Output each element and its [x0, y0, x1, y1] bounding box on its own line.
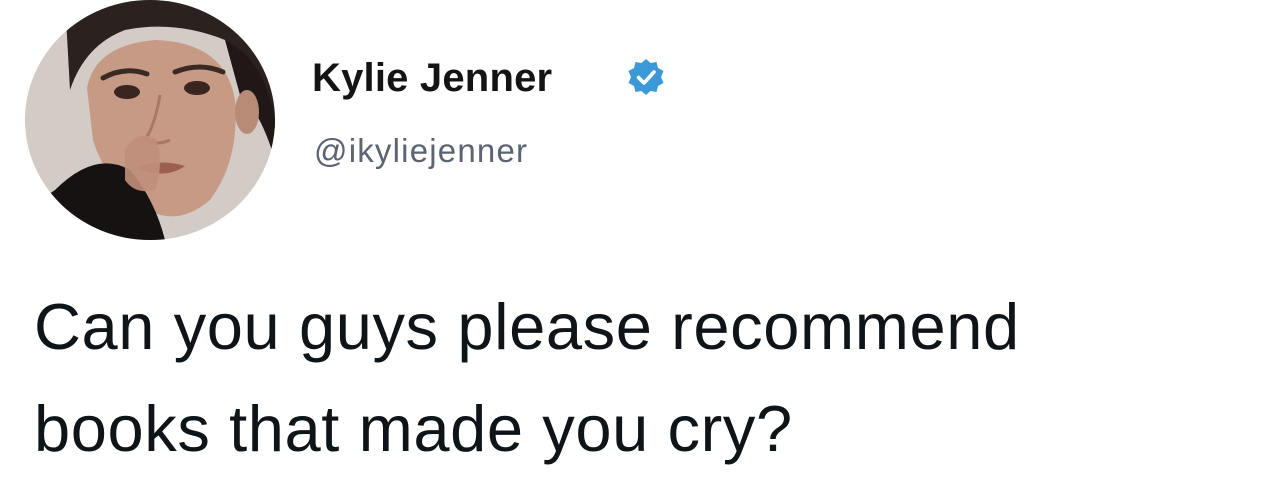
- avatar-image: [25, 0, 275, 240]
- avatar[interactable]: [25, 0, 275, 240]
- tweet-text: Can you guys please recommend books that…: [34, 276, 1264, 480]
- user-handle[interactable]: @ikyliejenner: [314, 129, 528, 173]
- tweet-text-line: books that made you cry?: [34, 392, 793, 465]
- tweet-text-line: Can you guys please recommend: [34, 290, 1020, 363]
- tweet-card: Kylie Jenner @ikyliejenner Can you guys …: [0, 0, 1284, 484]
- display-name[interactable]: Kylie Jenner: [312, 52, 552, 104]
- verified-badge-icon: [626, 57, 666, 97]
